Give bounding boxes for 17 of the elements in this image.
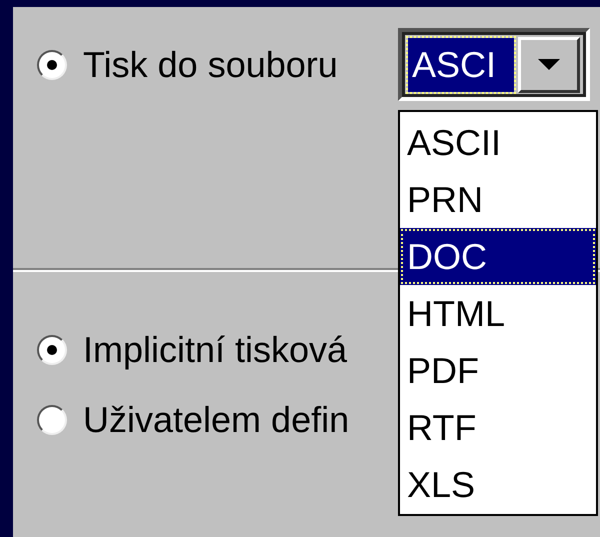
radio-label: Implicitní tisková [83, 329, 348, 371]
list-item[interactable]: PRN [400, 171, 596, 228]
list-item[interactable]: RTF [400, 399, 596, 456]
list-item[interactable]: ASCII [400, 114, 596, 171]
list-item[interactable]: XLS [400, 456, 596, 513]
radio-label: Uživatelem defin [83, 399, 350, 441]
format-combo[interactable]: ASCI [398, 28, 590, 101]
dropdown-button[interactable] [518, 36, 580, 92]
radio-button[interactable] [37, 335, 67, 365]
radio-label: Tisk do souboru [83, 44, 338, 86]
combo-field: ASCI [408, 38, 514, 92]
list-item[interactable]: DOC [400, 228, 596, 285]
radio-button[interactable] [37, 50, 67, 80]
caret-icon [538, 58, 560, 70]
list-item[interactable]: PDF [400, 342, 596, 399]
list-item[interactable]: HTML [400, 285, 596, 342]
radio-button[interactable] [37, 405, 67, 435]
